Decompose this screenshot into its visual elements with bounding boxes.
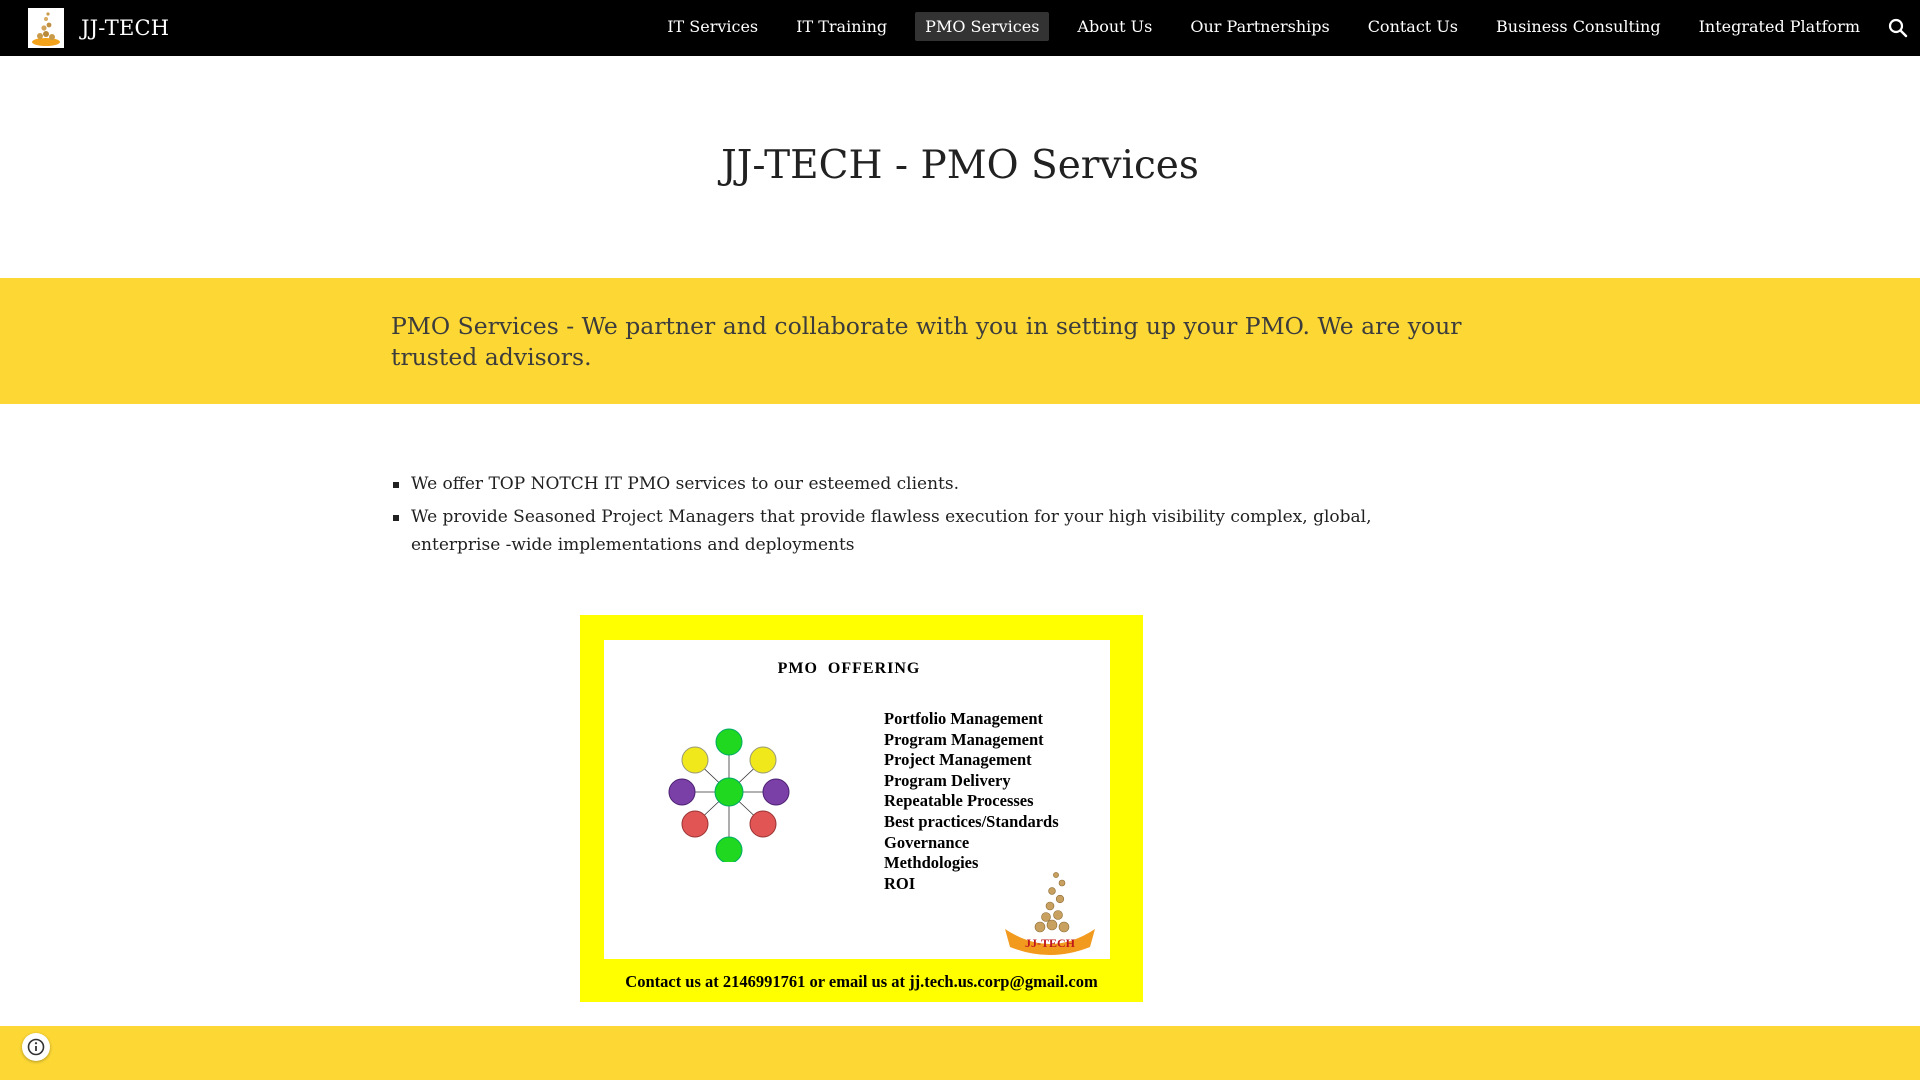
banner-text: PMO Services - We partner and collaborat…: [391, 312, 1462, 371]
list-item: Governance: [884, 832, 970, 852]
jj-tech-logo: JJ-TECH: [1005, 872, 1095, 955]
top-nav-bar: JJ-TECH IT Services IT Training PMO Serv…: [0, 0, 1920, 56]
list-item: Portfolio Management: [884, 709, 1043, 728]
list-item: We offer TOP NOTCH IT PMO services to ou…: [391, 470, 1451, 498]
site-title[interactable]: JJ-TECH: [81, 16, 169, 40]
list-item: Program Delivery: [884, 770, 1011, 790]
offer-contact-line: Contact us at 2146991761 or email us at …: [625, 972, 1098, 991]
page-title: JJ-TECH - PMO Services: [721, 143, 1199, 188]
pmo-offering-image: PMO OFFERING Portfolio Management Progra…: [580, 615, 1143, 1002]
list-item: We provide Seasoned Project Managers tha…: [391, 503, 1451, 559]
logo-lettering: JJ-TECH: [1025, 936, 1076, 950]
list-item: Program Management: [884, 729, 1044, 749]
site-logo[interactable]: [28, 8, 64, 48]
pmo-hub-diagram: [668, 728, 790, 862]
info-icon[interactable]: [22, 1033, 50, 1061]
offer-title: PMO OFFERING: [777, 660, 921, 677]
nav-item-our-partnerships[interactable]: Our Partnerships: [1180, 12, 1339, 41]
nav-item-business-consulting[interactable]: Business Consulting: [1486, 12, 1671, 41]
nav-item-contact-us[interactable]: Contact Us: [1358, 12, 1468, 41]
footer-band: [0, 1026, 1920, 1080]
list-item: Best practices/Standards: [884, 811, 1059, 831]
list-item: Repeatable Processes: [884, 791, 1034, 811]
intro-banner: PMO Services - We partner and collaborat…: [0, 278, 1920, 404]
list-item: Project Management: [884, 750, 1032, 770]
nav-item-about-us[interactable]: About Us: [1067, 12, 1162, 41]
site-brand[interactable]: JJ-TECH: [28, 8, 169, 48]
nav-item-it-training[interactable]: IT Training: [786, 12, 897, 41]
search-icon[interactable]: [1886, 16, 1910, 40]
offer-inner-panel: PMO OFFERING Portfolio Management Progra…: [604, 640, 1110, 959]
nav-item-integrated-platform[interactable]: Integrated Platform: [1689, 12, 1870, 41]
nav-item-pmo-services[interactable]: PMO Services: [915, 12, 1050, 41]
nav-item-it-services[interactable]: IT Services: [657, 12, 768, 41]
services-bullet-list: We offer TOP NOTCH IT PMO services to ou…: [391, 470, 1451, 564]
main-nav: IT Services IT Training PMO Services Abo…: [657, 12, 1870, 41]
